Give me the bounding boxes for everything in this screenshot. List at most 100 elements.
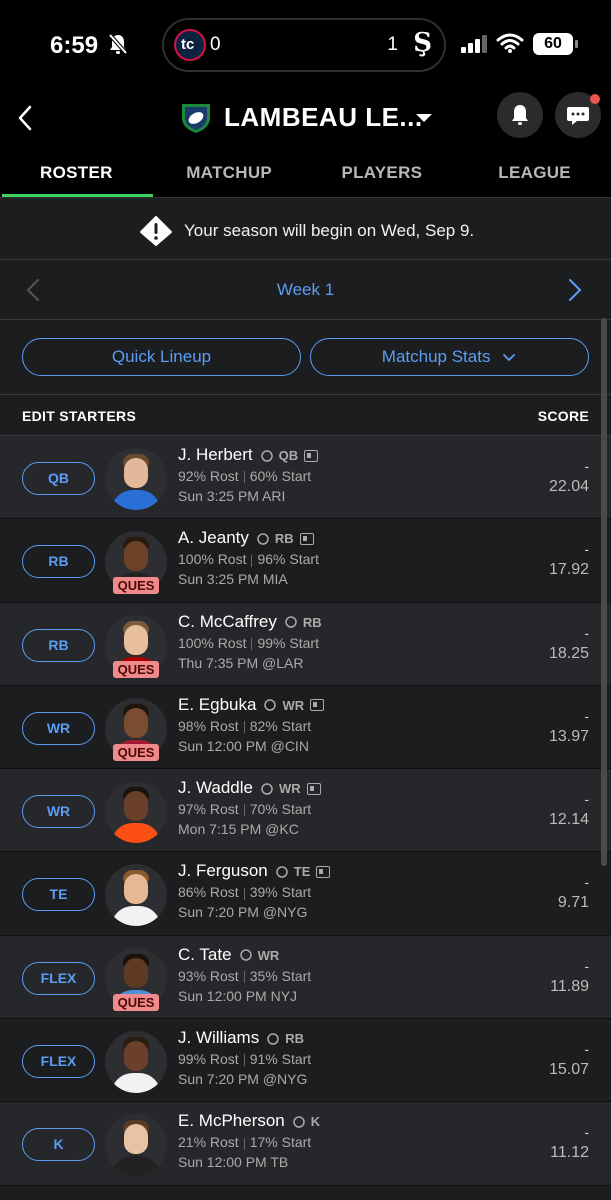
battery-indicator: 60 — [533, 33, 573, 55]
league-name[interactable]: LAMBEAU LE... — [224, 102, 423, 133]
lineup-slot-button[interactable]: WR — [22, 795, 95, 829]
player-position: WR — [282, 697, 305, 713]
tab-roster[interactable]: ROSTER — [0, 146, 153, 198]
player-name-text: A. Jeanty — [178, 528, 249, 548]
player-position: RB — [274, 531, 294, 547]
player-name[interactable]: E. Egbuka WR — [178, 695, 325, 715]
news-icon[interactable] — [304, 449, 319, 462]
tab-players[interactable]: PLAYERS — [306, 146, 459, 198]
lineup-slot-button[interactable]: QB — [22, 462, 95, 495]
rostered-percent: 93% Rost — [178, 967, 239, 984]
player-name-text: J. Herbert — [178, 445, 253, 464]
player-row[interactable]: WR QUES E. Egbuka WR 98% Rost 82% Start Su… — [0, 686, 611, 770]
notifications-button[interactable] — [497, 92, 543, 138]
player-name[interactable]: C. Tate WR — [178, 945, 279, 965]
live-score: - — [584, 1124, 589, 1141]
lineup-slot-button[interactable]: TE — [22, 878, 95, 912]
player-name[interactable]: E. McPherson K — [178, 1111, 320, 1131]
player-position: WR — [278, 781, 301, 797]
player-row[interactable]: RB QUES A. Jeanty RB 100% Rost 96% Start S… — [0, 519, 611, 603]
game-info: Sun 12:00 PM NYJ — [178, 987, 298, 1004]
live-score-activity[interactable]: tc 0 1 Ş — [162, 18, 446, 72]
news-icon[interactable] — [316, 866, 331, 878]
projected-score: 18.25 — [548, 644, 589, 662]
player-position: RB — [302, 614, 322, 630]
player-row[interactable]: FLEX QUES C. Tate WR 93% Rost 35% Start Su… — [0, 935, 611, 1020]
game-info: Thu 7:35 PM @LAR — [178, 654, 304, 671]
started-percent: 39% Start — [249, 884, 312, 901]
scrollbar[interactable] — [601, 318, 607, 866]
roster-panel: Your season will begin on Wed, Sep 9. We… — [0, 198, 611, 1200]
ownership-stats: 92% Rost 60% Start — [178, 468, 311, 484]
live-score: - — [584, 624, 589, 641]
player-name[interactable]: J. Herbert QB — [178, 445, 319, 465]
ownership-stats: 93% Rost 35% Start — [178, 968, 311, 984]
week-label[interactable]: Week 1 — [0, 280, 611, 300]
stats-separator — [243, 471, 245, 484]
player-name-text: J. Williams — [178, 1028, 260, 1048]
headshot-face — [124, 541, 148, 572]
rostered-percent: 92% Rost — [178, 468, 239, 484]
news-icon[interactable] — [306, 782, 321, 795]
warning-icon — [140, 216, 172, 246]
headshot-jersey — [111, 906, 161, 927]
league-dropdown-chevron-icon[interactable] — [416, 114, 432, 122]
stats-separator — [243, 1137, 245, 1150]
player-name[interactable]: J. Ferguson TE — [178, 861, 331, 881]
headshot-face — [124, 874, 148, 905]
quick-lineup-button[interactable]: Quick Lineup — [22, 338, 301, 376]
player-row[interactable]: WR J. Waddle WR 97% Rost 70% Start Mon 7:1… — [0, 769, 611, 853]
player-name-text: J. Waddle — [178, 778, 253, 798]
lineup-slot-button[interactable]: FLEX — [22, 961, 95, 995]
chevron-right-icon[interactable] — [568, 278, 582, 302]
stats-separator — [243, 971, 245, 984]
starters-list: QB J. Herbert QB 92% Rost 60% Start Sun 3:… — [0, 436, 611, 1186]
score-column-label: SCORE — [537, 408, 589, 424]
lineup-slot-button[interactable]: K — [22, 1128, 95, 1162]
edit-starters-label[interactable]: EDIT STARTERS — [22, 408, 136, 424]
player-name[interactable]: C. McCaffrey RB — [178, 612, 322, 632]
projected-score: 17.92 — [548, 561, 589, 579]
headshot-face — [124, 707, 148, 738]
player-row[interactable]: FLEX J. Williams RB 99% Rost 91% Start Sun… — [0, 1019, 611, 1103]
ownership-stats: 100% Rost 99% Start — [178, 635, 319, 651]
headshot-jersey — [111, 1156, 161, 1177]
projected-score: 11.89 — [550, 977, 589, 995]
player-row[interactable]: RB QUES C. McCaffrey RB 100% Rost 99% Star… — [0, 602, 611, 686]
lineup-slot-button[interactable]: FLEX — [22, 1045, 95, 1079]
questionable-badge: QUES — [113, 577, 159, 595]
cowboys-icon — [267, 1032, 279, 1045]
ownership-stats: 99% Rost 91% Start — [178, 1051, 311, 1067]
tab-league[interactable]: LEAGUE — [458, 146, 611, 198]
started-percent: 91% Start — [249, 1051, 312, 1068]
tab-bar: ROSTER MATCHUP PLAYERS LEAGUE — [0, 146, 611, 198]
raiders-icon — [257, 533, 269, 545]
headshot-face — [124, 1124, 148, 1155]
player-name[interactable]: A. Jeanty RB — [178, 528, 314, 548]
player-row[interactable]: TE J. Ferguson TE 86% Rost 39% Start Sun 7… — [0, 852, 611, 936]
player-name-text: C. Tate — [178, 944, 232, 964]
player-name[interactable]: J. Waddle WR — [178, 778, 321, 798]
lineup-slot-button[interactable]: RB — [22, 628, 95, 662]
rostered-percent: 100% Rost — [178, 551, 247, 568]
tab-matchup[interactable]: MATCHUP — [153, 146, 306, 198]
cowboys-icon — [276, 866, 288, 878]
back-arrow-icon[interactable] — [14, 104, 36, 132]
lineup-slot-button[interactable]: RB — [22, 545, 95, 579]
player-position: WR — [257, 947, 280, 963]
matchup-stats-button[interactable]: Matchup Stats — [310, 338, 589, 376]
player-name[interactable]: J. Williams RB — [178, 1028, 304, 1048]
news-icon[interactable] — [310, 699, 325, 712]
news-icon[interactable] — [299, 532, 314, 545]
headshot-face — [124, 1041, 148, 1072]
titans-icon — [239, 949, 252, 962]
lineup-slot-button[interactable]: WR — [22, 711, 95, 745]
headshot-jersey — [111, 1073, 161, 1094]
chevron-down-icon — [503, 353, 516, 361]
projected-score: 13.97 — [548, 727, 589, 745]
app-header: LAMBEAU LE... — [0, 90, 611, 146]
cellular-signal-icon — [461, 35, 487, 53]
player-row[interactable]: QB J. Herbert QB 92% Rost 60% Start Sun 3:… — [0, 436, 611, 520]
season-notice: Your season will begin on Wed, Sep 9. — [0, 198, 611, 260]
player-row[interactable]: K E. McPherson K 21% Rost 17% Start Sun 12… — [0, 1102, 611, 1186]
